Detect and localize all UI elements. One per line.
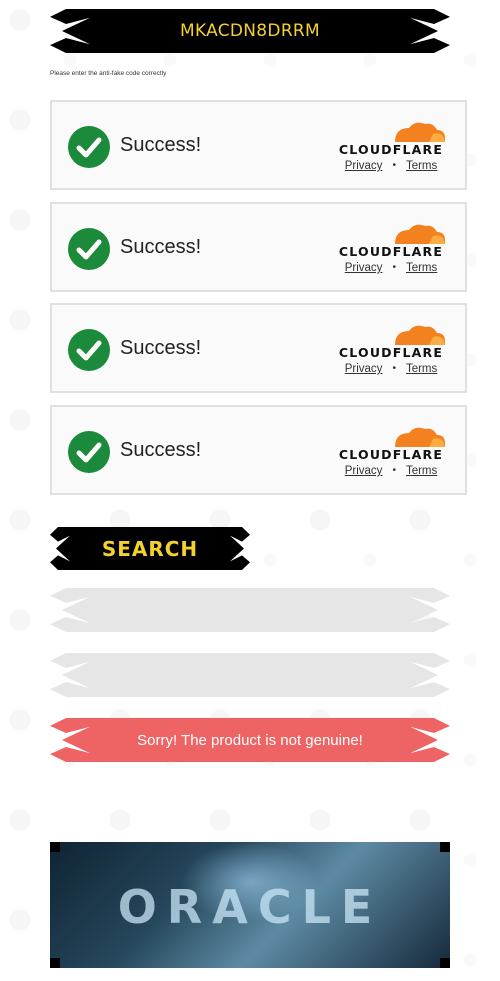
terms-link[interactable]: Terms (406, 363, 437, 375)
checkmark-icon (68, 126, 110, 168)
terms-link[interactable]: Terms (406, 160, 437, 172)
cloudflare-links: Privacy • Terms (337, 160, 445, 172)
cloudflare-widget[interactable]: Success! CLOUDFLARE Privacy • Terms (50, 100, 467, 190)
instruction-text: Please enter the anti-fake code correctl… (50, 70, 167, 77)
checkmark-icon (68, 228, 110, 270)
cloudflare-widget[interactable]: Success! CLOUDFLARE Privacy • Terms (50, 405, 467, 495)
frame-corner (440, 958, 450, 968)
link-separator: • (392, 363, 396, 374)
cloudflare-wordmark: CLOUDFLARE (338, 142, 444, 157)
link-separator: • (392, 262, 396, 273)
code-input-field[interactable] (50, 588, 450, 632)
success-status: Success! (120, 134, 202, 156)
search-button[interactable] (50, 653, 450, 697)
cloudflare-wordmark: CLOUDFLARE (338, 447, 444, 462)
frame-corner (50, 842, 60, 852)
success-status: Success! (120, 337, 202, 359)
anti-fake-code: MKACDN8DRRM (179, 21, 321, 41)
code-banner: MKACDN8DRRM (50, 9, 450, 53)
result-banner: Sorry! The product is not genuine! (50, 718, 450, 762)
cloudflare-wordmark: CLOUDFLARE (338, 244, 444, 259)
checkmark-icon (68, 431, 110, 473)
oracle-banner-image: ORACLE (50, 842, 450, 968)
frame-corner (440, 842, 450, 852)
cloudflare-links: Privacy • Terms (337, 465, 445, 477)
search-label: SEARCH (101, 536, 199, 561)
cloudflare-links: Privacy • Terms (337, 363, 445, 375)
checkmark-icon (68, 329, 110, 371)
privacy-link[interactable]: Privacy (345, 465, 383, 477)
cloudflare-widget[interactable]: Success! CLOUDFLARE Privacy • Terms (50, 202, 467, 292)
cloudflare-wordmark: CLOUDFLARE (338, 345, 444, 360)
success-status: Success! (120, 439, 202, 461)
terms-link[interactable]: Terms (406, 465, 437, 477)
privacy-link[interactable]: Privacy (345, 262, 383, 274)
oracle-logo-text: ORACLE (117, 880, 383, 934)
success-status: Success! (120, 236, 202, 258)
link-separator: • (392, 465, 396, 476)
cloudflare-widget[interactable]: Success! CLOUDFLARE Privacy • Terms (50, 303, 467, 393)
search-heading: SEARCH (50, 527, 250, 570)
cloudflare-links: Privacy • Terms (337, 262, 445, 274)
result-message: Sorry! The product is not genuine! (137, 731, 363, 749)
privacy-link[interactable]: Privacy (345, 363, 383, 375)
frame-corner (50, 958, 60, 968)
privacy-link[interactable]: Privacy (345, 160, 383, 172)
link-separator: • (392, 160, 396, 171)
terms-link[interactable]: Terms (406, 262, 437, 274)
